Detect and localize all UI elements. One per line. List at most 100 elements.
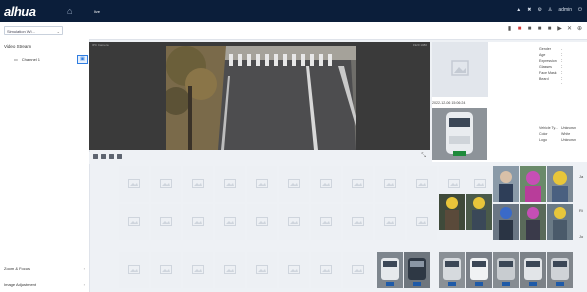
capture-placeholder[interactable]: [279, 204, 309, 240]
video-toolbar: ▮ ■ ■ ■ ■ ▶ ✕ ⊕: [506, 26, 583, 33]
detail-panel: Gender -- Age -- Expression -- Glasses -- Fa…: [432, 42, 587, 162]
capture-thumbnail-vehicle[interactable]: [547, 252, 573, 288]
playback-icon[interactable]: ■: [526, 26, 533, 33]
top-bar: alhua ⌂ live ▲ ✖ ⚙ ♙ admin ⏻: [0, 0, 587, 22]
user-icon[interactable]: ♙: [548, 7, 552, 13]
capture-thumbnail-vehicle[interactable]: [466, 252, 492, 288]
image-icon: [416, 179, 428, 188]
capture-placeholder[interactable]: [119, 166, 149, 202]
capture-placeholder[interactable]: [215, 252, 245, 288]
picture-icon[interactable]: [117, 154, 122, 159]
capture-placeholder[interactable]: [343, 204, 373, 240]
capture-placeholder[interactable]: [247, 252, 277, 288]
capture-timestamp: 2022-12-06 15:06:24: [432, 101, 466, 105]
vehicle-logo-row: Logo Unknown: [539, 138, 576, 142]
capture-thumbnail-vehicle[interactable]: [404, 252, 430, 288]
truncated-label: Ja: [579, 174, 584, 179]
capture-thumbnail-person[interactable]: [520, 166, 546, 202]
gender-row: Gender --: [539, 47, 563, 55]
capture-placeholder[interactable]: [311, 204, 341, 240]
nav-live[interactable]: live: [94, 9, 100, 14]
image-icon: [320, 265, 332, 274]
image-icon: [192, 217, 204, 226]
layout-icon[interactable]: ■: [546, 26, 553, 33]
channel-item[interactable]: ▭ Channel 1: [14, 57, 40, 62]
home-icon[interactable]: ⌂: [67, 6, 72, 16]
truncated-label: Jo: [579, 234, 584, 239]
image-icon: [352, 265, 364, 274]
channel-stream-button[interactable]: ▣: [77, 55, 88, 64]
glasses-row: Glasses --: [539, 65, 563, 73]
power-icon[interactable]: ⏻: [578, 7, 582, 13]
capture-thumbnail-rider[interactable]: [520, 204, 546, 240]
gear-icon[interactable]: ⚙: [537, 7, 541, 13]
zoom-icon[interactable]: ⊕: [576, 26, 583, 33]
capture-thumbnail-rider[interactable]: [439, 194, 465, 230]
camera-label: IPC Camera: [92, 43, 109, 47]
mask-row: Face Mask --: [539, 71, 563, 79]
username[interactable]: admin: [558, 7, 572, 13]
vehicle-color-row: Color White: [539, 132, 571, 136]
capture-thumbnail-vehicle[interactable]: [520, 252, 546, 288]
bell-icon[interactable]: ▲: [516, 7, 521, 13]
capture-placeholder[interactable]: [343, 166, 373, 202]
image-adjustment-item[interactable]: Image Adjustment ›: [4, 282, 85, 287]
snapshot-icon[interactable]: ■: [516, 26, 523, 33]
capture-placeholder[interactable]: [279, 252, 309, 288]
capture-placeholder[interactable]: [183, 252, 213, 288]
capture-placeholder[interactable]: [311, 166, 341, 202]
capture-thumbnail-person[interactable]: [493, 166, 519, 202]
record-icon[interactable]: ▮: [506, 26, 513, 33]
capture-placeholder[interactable]: [407, 204, 437, 240]
image-adjustment-label: Image Adjustment: [4, 282, 37, 287]
capture-thumbnail-rider[interactable]: [493, 204, 519, 240]
image-icon: [288, 217, 300, 226]
image-icon: [192, 265, 204, 274]
capture-thumbnail-vehicle[interactable]: [377, 252, 403, 288]
image-icon: [384, 217, 396, 226]
capture-placeholder[interactable]: [343, 252, 373, 288]
truncated-label: Ri: [579, 208, 583, 213]
capture-placeholder[interactable]: [151, 252, 181, 288]
capture-placeholder[interactable]: [247, 166, 277, 202]
capture-placeholder[interactable]: [151, 166, 181, 202]
capture-placeholder[interactable]: [183, 204, 213, 240]
resize-icon[interactable]: ⤡: [421, 153, 426, 160]
capture-thumbnail-vehicle[interactable]: [493, 252, 519, 288]
capture-placeholder[interactable]: [279, 166, 309, 202]
capture-placeholder[interactable]: [407, 166, 437, 202]
zoom-focus-item[interactable]: Zoom & Focus ›: [4, 266, 85, 271]
device-select[interactable]: Simulation Wi... ⌄: [4, 26, 63, 35]
image-icon: [256, 265, 268, 274]
capture-thumbnail-rider[interactable]: [547, 204, 573, 240]
video-controls: ⤡: [89, 152, 430, 164]
channel-label: Channel 1: [21, 57, 41, 62]
grid-view-icon[interactable]: [109, 154, 114, 159]
capture-placeholder[interactable]: [183, 166, 213, 202]
capture-placeholder[interactable]: [311, 252, 341, 288]
image-icon: [128, 265, 140, 274]
fullscreen-icon[interactable]: ■: [536, 26, 543, 33]
capture-thumbnail-rider[interactable]: [466, 194, 492, 230]
audio-icon[interactable]: ▶: [556, 26, 563, 33]
capture-placeholder[interactable]: [151, 204, 181, 240]
capture-placeholder[interactable]: [119, 204, 149, 240]
capture-thumbnail-person[interactable]: [547, 166, 573, 202]
capture-placeholder[interactable]: [215, 204, 245, 240]
quad-view-icon[interactable]: [101, 154, 106, 159]
capture-placeholder[interactable]: [215, 166, 245, 202]
resolution-label: 1920 1080: [412, 43, 427, 47]
settings-icon[interactable]: ✖: [527, 7, 531, 13]
capture-placeholder[interactable]: [247, 204, 277, 240]
capture-thumbnail-vehicle[interactable]: [439, 252, 465, 288]
single-view-icon[interactable]: [93, 154, 98, 159]
chevron-down-icon: ⌄: [56, 29, 60, 34]
live-video[interactable]: IPC Camera 1920 1080: [89, 42, 430, 150]
capture-placeholder[interactable]: [375, 166, 405, 202]
capture-placeholder[interactable]: [375, 204, 405, 240]
left-panel: Video Stream ▭ Channel 1 ▣ Zoom & Focus …: [0, 39, 90, 292]
image-icon: [160, 179, 172, 188]
close-icon[interactable]: ✕: [566, 26, 573, 33]
capture-placeholder[interactable]: [119, 252, 149, 288]
zoom-focus-label: Zoom & Focus: [4, 266, 31, 271]
